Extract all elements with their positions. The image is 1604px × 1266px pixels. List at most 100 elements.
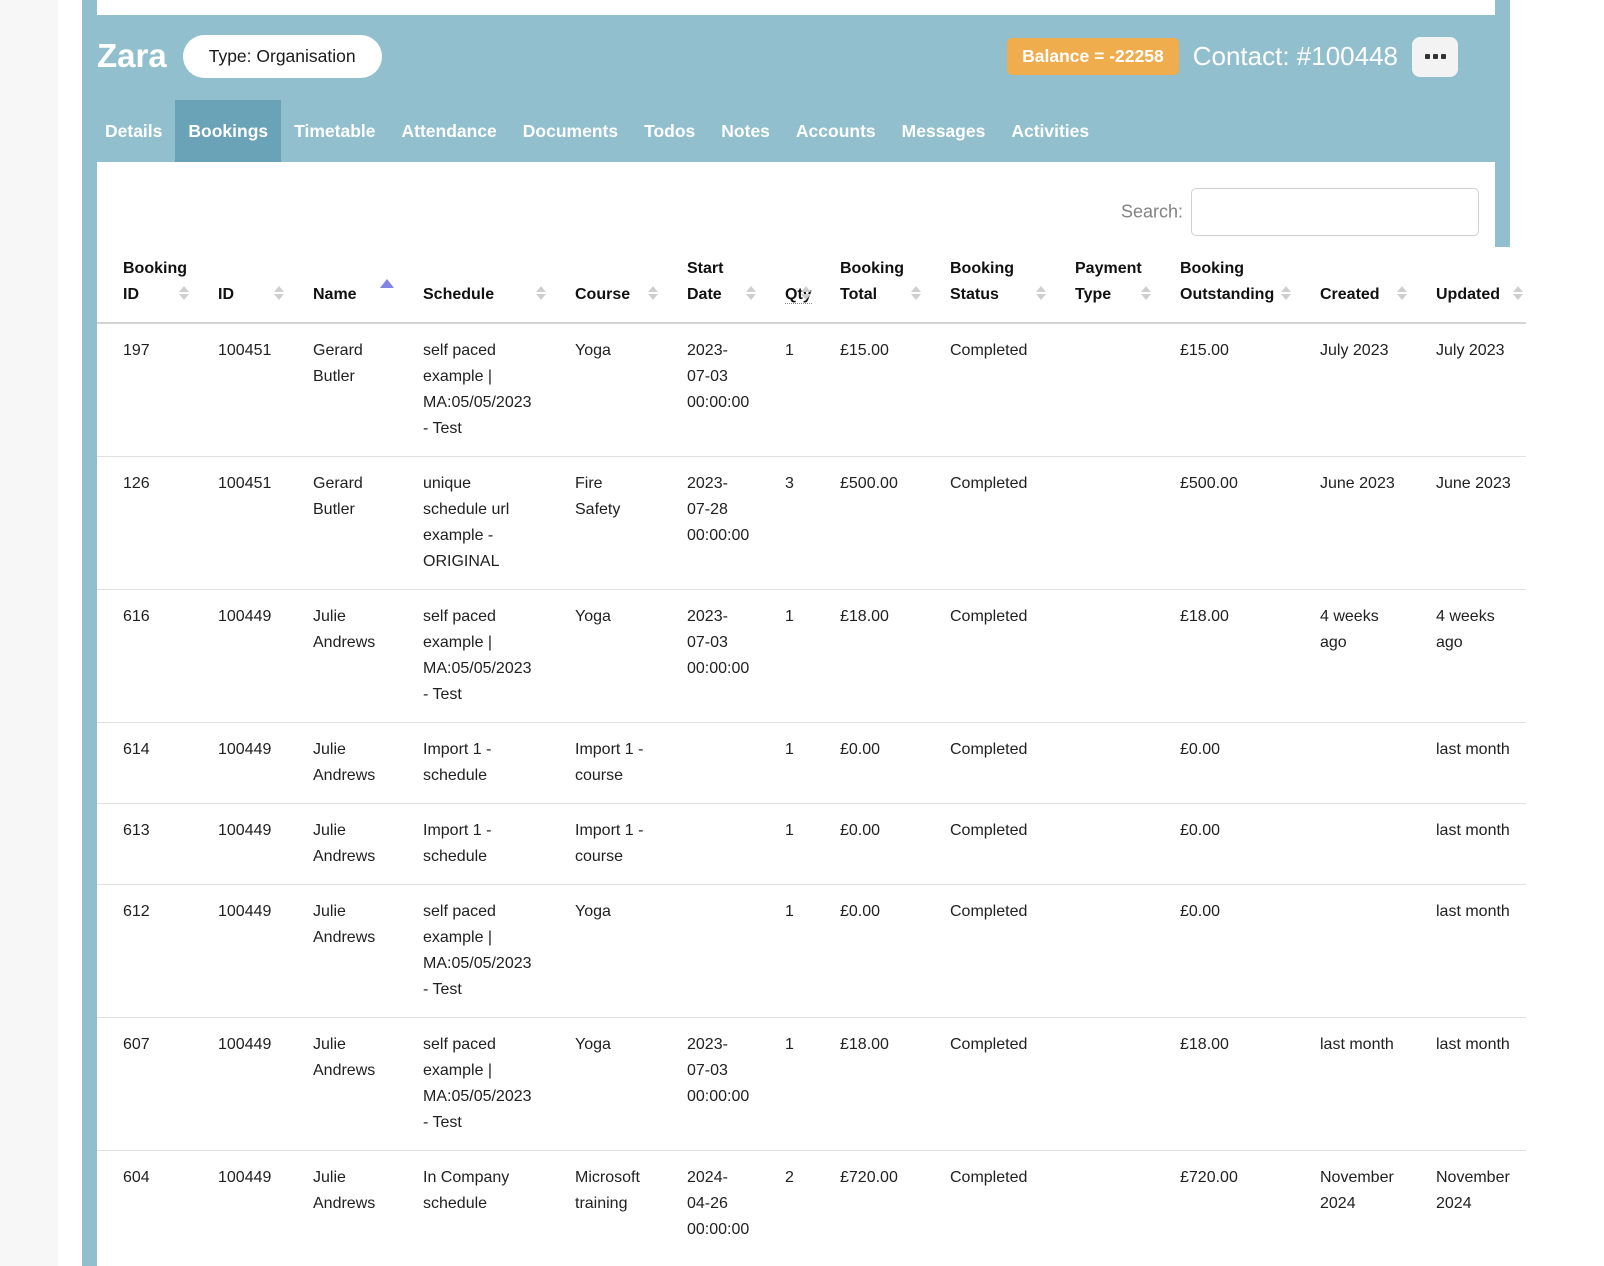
cell-name: Julie Andrews: [287, 885, 397, 1018]
cell-schedule: self paced example | MA:05/05/2023 - Tes…: [397, 323, 549, 457]
column-header-qty[interactable]: Qty: [759, 256, 814, 323]
column-label: Payment Type: [1075, 260, 1142, 303]
tab-bookings[interactable]: Bookings: [175, 100, 281, 162]
cell-updated: July 2023: [1410, 323, 1526, 457]
tab-notes[interactable]: Notes: [708, 100, 783, 162]
cell-booking-status: Completed: [924, 590, 1049, 723]
column-header-id[interactable]: ID: [192, 256, 287, 323]
cell-qty: 1: [759, 804, 814, 885]
column-header-booking-outstanding[interactable]: Booking Outstanding: [1154, 256, 1294, 323]
cell-booking-id: 614: [97, 723, 192, 804]
column-label: Start Date: [687, 260, 723, 303]
column-header-course[interactable]: Course: [549, 256, 661, 323]
cell-schedule: Import 1 - schedule: [397, 723, 549, 804]
profile-header: Zara Type: Organisation Balance = -22258…: [82, 15, 1510, 162]
cell-booking-outstanding: £18.00: [1154, 1018, 1294, 1151]
column-header-name[interactable]: Name: [287, 256, 397, 323]
tab-accounts[interactable]: Accounts: [783, 100, 889, 162]
cell-payment-type: [1049, 723, 1154, 804]
sort-icon: [1281, 286, 1291, 300]
cell-qty: 1: [759, 1018, 814, 1151]
booking-row-197[interactable]: 197100451Gerard Butlerself paced example…: [97, 323, 1526, 457]
tab-todos[interactable]: Todos: [631, 100, 708, 162]
column-header-created[interactable]: Created: [1294, 256, 1410, 323]
cell-updated: 4 weeks ago: [1410, 590, 1526, 723]
column-header-booking-status[interactable]: Booking Status: [924, 256, 1049, 323]
booking-row-126[interactable]: 126100451Gerard Butlerunique schedule ur…: [97, 457, 1526, 590]
cell-created: June 2023: [1294, 457, 1410, 590]
tab-timetable[interactable]: Timetable: [281, 100, 388, 162]
cell-created: [1294, 804, 1410, 885]
cell-id: 100451: [192, 323, 287, 457]
column-label: Created: [1320, 286, 1380, 303]
cell-updated: last month: [1410, 1018, 1526, 1151]
bookings-panel: Search: Booking IDID Name ScheduleCourse St…: [97, 162, 1526, 1257]
cell-created: November 2024: [1294, 1151, 1410, 1258]
ellipsis-icon: [1425, 54, 1430, 59]
booking-row-614[interactable]: 614100449Julie AndrewsImport 1 - schedul…: [97, 723, 1526, 804]
tab-attendance[interactable]: Attendance: [389, 100, 510, 162]
tab-documents[interactable]: Documents: [510, 100, 631, 162]
cell-name: Julie Andrews: [287, 723, 397, 804]
table-search-bar: Search:: [97, 162, 1526, 256]
tab-messages[interactable]: Messages: [889, 100, 999, 162]
column-header-updated[interactable]: Updated: [1410, 256, 1526, 323]
balance-badge[interactable]: Balance = -22258: [1007, 38, 1179, 75]
cell-name: Julie Andrews: [287, 1151, 397, 1258]
cell-start-date: 2023-07-03 00:00:00: [661, 590, 759, 723]
cell-booking-outstanding: £15.00: [1154, 323, 1294, 457]
cell-updated: June 2023: [1410, 457, 1526, 590]
sort-icon: [801, 286, 811, 300]
column-label: Name: [313, 286, 357, 303]
cell-qty: 1: [759, 723, 814, 804]
cell-schedule: Import 1 - schedule: [397, 804, 549, 885]
cell-booking-id: 612: [97, 885, 192, 1018]
cell-course: Import 1 - course: [549, 804, 661, 885]
more-actions-button[interactable]: [1412, 37, 1458, 77]
cell-payment-type: [1049, 590, 1154, 723]
cell-booking-outstanding: £500.00: [1154, 457, 1294, 590]
cell-start-date: 2024-04-26 00:00:00: [661, 1151, 759, 1258]
cell-id: 100449: [192, 723, 287, 804]
sort-icon: [274, 286, 284, 300]
booking-row-607[interactable]: 607100449Julie Andrewsself paced example…: [97, 1018, 1526, 1151]
profile-card-left-border: [82, 0, 97, 1266]
cell-created: 4 weeks ago: [1294, 590, 1410, 723]
cell-schedule: self paced example | MA:05/05/2023 - Tes…: [397, 1018, 549, 1151]
tab-details[interactable]: Details: [92, 100, 175, 162]
cell-updated: last month: [1410, 804, 1526, 885]
column-header-payment-type[interactable]: Payment Type: [1049, 256, 1154, 323]
booking-row-612[interactable]: 612100449Julie Andrewsself paced example…: [97, 885, 1526, 1018]
cell-id: 100451: [192, 457, 287, 590]
tab-activities[interactable]: Activities: [998, 100, 1102, 162]
cell-booking-id: 126: [97, 457, 192, 590]
booking-row-616[interactable]: 616100449Julie Andrewsself paced example…: [97, 590, 1526, 723]
search-input[interactable]: [1191, 188, 1479, 236]
cell-name: Gerard Butler: [287, 323, 397, 457]
booking-row-604[interactable]: 604100449Julie AndrewsIn Company schedul…: [97, 1151, 1526, 1258]
cell-booking-outstanding: £0.00: [1154, 723, 1294, 804]
column-label: Updated: [1436, 286, 1500, 303]
cell-schedule: unique schedule url example - ORIGINAL: [397, 457, 549, 590]
cell-updated: last month: [1410, 723, 1526, 804]
cell-start-date: 2023-07-03 00:00:00: [661, 1018, 759, 1151]
cell-course: Yoga: [549, 590, 661, 723]
cell-name: Julie Andrews: [287, 804, 397, 885]
sort-asc-icon: [380, 279, 394, 288]
cell-id: 100449: [192, 1151, 287, 1258]
cell-payment-type: [1049, 1018, 1154, 1151]
cell-qty: 1: [759, 885, 814, 1018]
cell-schedule: self paced example | MA:05/05/2023 - Tes…: [397, 590, 549, 723]
cell-booking-id: 197: [97, 323, 192, 457]
contact-id-label: Contact: #100448: [1193, 41, 1398, 72]
column-header-booking-total[interactable]: Booking Total: [814, 256, 924, 323]
column-header-schedule[interactable]: Schedule: [397, 256, 549, 323]
cell-payment-type: [1049, 323, 1154, 457]
column-header-start-date[interactable]: Start Date: [661, 256, 759, 323]
column-label: Booking Status: [950, 260, 1014, 303]
cell-created: July 2023: [1294, 323, 1410, 457]
page-left-margin: [0, 0, 58, 1266]
table-header-row: Booking IDID Name ScheduleCourse Start Date…: [97, 256, 1526, 323]
booking-row-613[interactable]: 613100449Julie AndrewsImport 1 - schedul…: [97, 804, 1526, 885]
column-header-booking-id[interactable]: Booking ID: [97, 256, 192, 323]
